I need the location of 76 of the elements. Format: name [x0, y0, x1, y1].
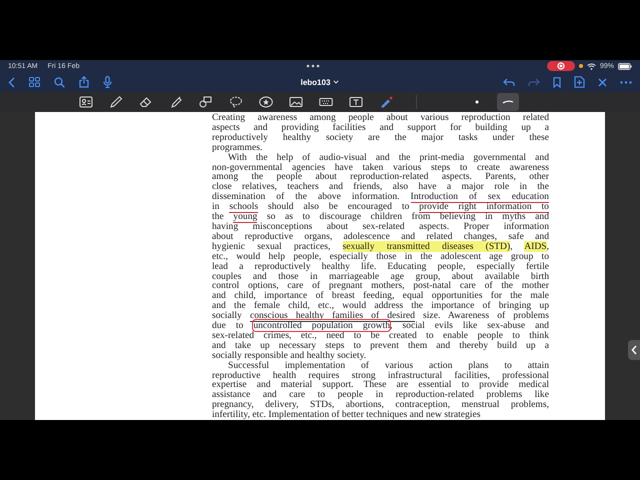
document-title[interactable]: lebo103 [300, 78, 330, 86]
text-run: etc., would help people, especially those in the adolescent age group to [212, 250, 549, 262]
text-run: control options, care of pregnant mothers, post-natal care of the mother [212, 280, 549, 292]
text-run: and take up necessary steps to prevent them and thereby build up a [212, 340, 549, 351]
recording-indicator[interactable] [546, 61, 575, 71]
text-run: size. Awareness of problems [423, 310, 549, 322]
scan-icon [79, 96, 93, 108]
text-run: assistance and care to people in reproduction-related problems like [212, 389, 549, 400]
text-run: sex-related crimes, etc., need to be created to enable people to think [212, 330, 549, 341]
text-run: Creating awareness among people about various reproduction related [212, 112, 549, 123]
text-run: having misconceptions about sex-related aspects. Proper information [212, 220, 549, 232]
share-icon[interactable] [79, 76, 89, 88]
text-run: in [212, 201, 220, 212]
text-run: the [212, 211, 224, 222]
highlighter-icon [169, 96, 183, 108]
text-run: so as to discourage children from believing in myths and [266, 211, 550, 222]
highlighted-text: AIDS [524, 240, 547, 252]
text-run: hygienic sexual practices, [212, 240, 330, 252]
shapes-icon [199, 96, 213, 108]
text-run: reproductive health requires strong infrastructural facilities, professional [212, 370, 549, 381]
text-run: expertise and material support. These are essential to provide medical [212, 379, 549, 390]
text-run: and the female child, etc., would address the importance of bringing up [212, 300, 549, 312]
text-run: programmes. [212, 142, 262, 153]
text-run: non-governmental agencies have taken various steps to create awareness [212, 162, 549, 173]
underlined-text: provide right information to [419, 201, 549, 214]
text-run: pregnancy, delivery, STDs, abortions, contraception, menstrual problems, [212, 399, 549, 410]
microphone-icon[interactable] [103, 76, 112, 88]
text-run: reproductively healthy society are the major tasks under these [212, 132, 549, 143]
grid-icon[interactable] [29, 77, 40, 87]
bookmark-icon[interactable] [553, 76, 561, 88]
underlined-text: schools [229, 201, 258, 214]
text-run: Successful implementation of various action plans to attain [228, 360, 549, 371]
caret-icon[interactable] [333, 80, 340, 84]
struck-text: conscious healthy families of desired [250, 310, 415, 322]
text-run: about reproductive organs, adolescence and related changes, safe and [212, 230, 549, 242]
underlined-text: young [233, 211, 258, 224]
text-run: techniques and new strategies [365, 409, 480, 420]
pen-icon [109, 96, 123, 108]
underlined-text: Introduction of sex education [410, 191, 549, 204]
image-icon [289, 96, 303, 108]
search-icon[interactable] [54, 76, 65, 88]
text-run: due to [212, 320, 244, 332]
text-run: dissemination of the above information. [212, 191, 401, 202]
struck-text: Implementation of better [268, 409, 364, 420]
status-dot-icon [578, 64, 583, 68]
text-run: among the people about reproduction-related aspects. Parents, other [212, 171, 549, 182]
text-run: infertility, etc. [212, 409, 266, 420]
battery-icon [618, 62, 632, 70]
circled-text: uncontrolled population growth [253, 320, 390, 332]
multitask-dots-icon[interactable] [306, 64, 320, 68]
add-page-icon[interactable] [574, 76, 585, 88]
keyboard-icon [319, 96, 333, 108]
text-run: socially [212, 310, 243, 322]
laser-icon [379, 96, 393, 108]
wifi-icon [586, 62, 596, 70]
sticker-icon [259, 96, 273, 108]
textbox-icon [349, 96, 363, 108]
lasso-icon [229, 96, 243, 108]
text-run: , [510, 240, 514, 252]
close-icon[interactable] [598, 78, 607, 86]
undo-icon[interactable] [503, 78, 515, 86]
back-icon[interactable] [8, 76, 15, 88]
text-run: lead a reproductively healthy life. Educating people, especially fertile [212, 260, 549, 272]
text-run: couples and those in marriageable age group, about available birth [212, 270, 549, 282]
text-run: aspects and providing facilities and support for building up a [212, 122, 549, 133]
text-run: and child, importance of breast feeding, equal opportunities for the male [212, 290, 549, 302]
side-panel-handle[interactable] [628, 340, 640, 360]
text-run: should also be encouraged to [267, 201, 410, 212]
text-run: , [546, 240, 549, 252]
more-icon[interactable] [620, 80, 632, 84]
text-run: close relatives, teachers and friends, also have a major role in the [212, 181, 549, 192]
text-run: With the help of audio-visual and the print-media governmental and [228, 152, 549, 163]
eraser-icon [139, 96, 153, 108]
text-run: socially responsible and healthy society. [212, 350, 366, 361]
sticker-tool[interactable] [256, 94, 276, 110]
stroke-tool[interactable] [497, 93, 519, 111]
